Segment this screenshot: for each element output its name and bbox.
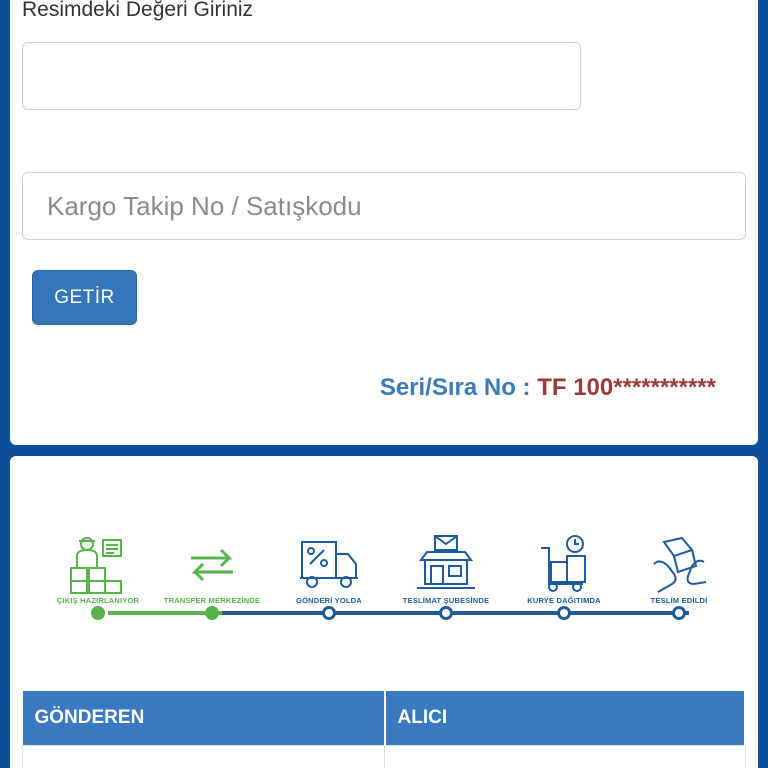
step-dot-6	[672, 606, 686, 620]
step-dot-1	[91, 606, 105, 620]
step-label: TESLİM EDİLDİ	[650, 596, 708, 605]
step-dot-2	[205, 606, 219, 620]
table-cell	[384, 744, 746, 768]
captcha-input[interactable]	[22, 42, 581, 110]
table-cell	[22, 744, 385, 768]
hand-truck-icon	[541, 535, 586, 592]
query-form-card: Resimdeki Değeri Giriniz GETİR Seri/Sıra…	[10, 0, 758, 445]
table-row	[22, 744, 746, 768]
serial-label: Seri/Sıra No :	[379, 374, 538, 401]
column-header-gonderen: GÖNDEREN	[22, 691, 386, 745]
step-dot-3	[322, 606, 336, 620]
step-dot-4	[439, 606, 453, 620]
branch-store-icon	[417, 535, 475, 589]
getir-button[interactable]: GETİR	[32, 270, 137, 325]
step-teslim-edildi: TESLİM EDİLDİ	[604, 534, 754, 605]
serial-number: Seri/Sıra No : TF 100***********	[380, 374, 716, 402]
sender-receiver-table: GÖNDEREN ALICI	[22, 691, 746, 768]
truck-icon	[300, 541, 358, 588]
captcha-label: Resimdeki Değeri Giriniz	[22, 0, 254, 21]
column-header-alici: ALICI	[384, 691, 746, 745]
tracking-number-input[interactable]	[22, 172, 746, 240]
step-dot-5	[557, 606, 571, 620]
worker-boxes-icon	[70, 537, 122, 594]
progress-track-remaining	[222, 611, 689, 615]
transfer-arrows-icon	[191, 548, 233, 582]
progress-tracker: ÇIKIŞ HAZIRLANIYOR TRANSFER MERKEZİNDE G…	[10, 456, 758, 636]
tracking-status-card: ÇIKIŞ HAZIRLANIYOR TRANSFER MERKEZİNDE G…	[10, 456, 758, 768]
serial-value: TF 100***********	[537, 374, 716, 401]
delivered-hands-icon	[653, 536, 707, 593]
